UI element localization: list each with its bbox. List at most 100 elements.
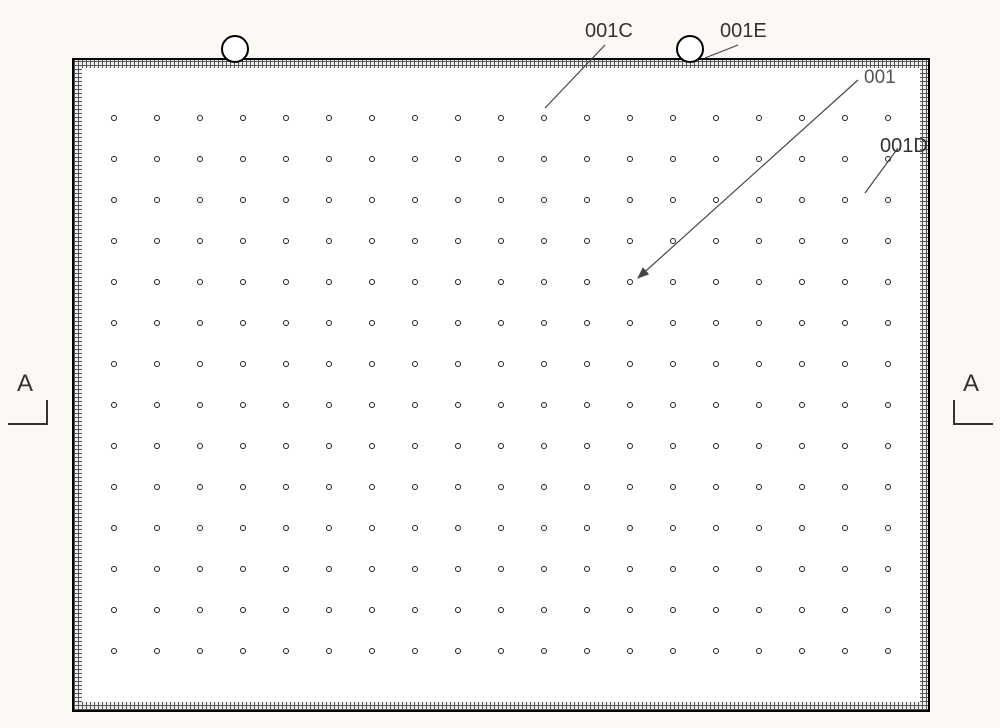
dot xyxy=(670,320,676,326)
dot xyxy=(670,238,676,244)
dot xyxy=(799,484,805,490)
dot xyxy=(283,648,289,654)
dot xyxy=(498,484,504,490)
dot xyxy=(756,443,762,449)
dot xyxy=(756,607,762,613)
dot xyxy=(455,402,461,408)
dot xyxy=(756,402,762,408)
dot xyxy=(627,525,633,531)
dot xyxy=(799,197,805,203)
dot xyxy=(885,402,891,408)
dot xyxy=(455,648,461,654)
dot xyxy=(240,279,246,285)
dot xyxy=(240,607,246,613)
dot xyxy=(197,443,203,449)
dot xyxy=(842,566,848,572)
dot xyxy=(283,238,289,244)
dot xyxy=(584,648,590,654)
dot xyxy=(197,156,203,162)
dot xyxy=(756,648,762,654)
dot xyxy=(627,238,633,244)
dot xyxy=(498,525,504,531)
dot xyxy=(154,566,160,572)
dot xyxy=(670,607,676,613)
dot xyxy=(111,238,117,244)
dot xyxy=(197,320,203,326)
dot xyxy=(111,197,117,203)
dot xyxy=(412,443,418,449)
dot xyxy=(455,361,461,367)
dot xyxy=(197,115,203,121)
dot xyxy=(799,525,805,531)
dot xyxy=(799,238,805,244)
dot xyxy=(670,279,676,285)
dot xyxy=(885,361,891,367)
dot xyxy=(240,320,246,326)
dot xyxy=(197,566,203,572)
dot xyxy=(541,320,547,326)
dot xyxy=(111,402,117,408)
dot xyxy=(670,156,676,162)
dot xyxy=(584,115,590,121)
dot xyxy=(326,279,332,285)
dot xyxy=(713,443,719,449)
dot xyxy=(842,443,848,449)
dot xyxy=(541,115,547,121)
dot xyxy=(498,648,504,654)
dot xyxy=(455,279,461,285)
dot xyxy=(369,484,375,490)
dot xyxy=(885,197,891,203)
dot xyxy=(799,279,805,285)
dot xyxy=(627,361,633,367)
dot xyxy=(412,197,418,203)
dot xyxy=(412,484,418,490)
dot xyxy=(326,525,332,531)
dot xyxy=(111,320,117,326)
ring-right xyxy=(676,35,704,63)
dot xyxy=(369,361,375,367)
dot xyxy=(154,648,160,654)
dot xyxy=(283,279,289,285)
dot xyxy=(541,361,547,367)
dot xyxy=(498,566,504,572)
dot xyxy=(627,443,633,449)
dot xyxy=(670,648,676,654)
dot xyxy=(842,361,848,367)
dot xyxy=(713,484,719,490)
dot xyxy=(326,443,332,449)
dot xyxy=(799,156,805,162)
dot xyxy=(842,115,848,121)
dot xyxy=(713,566,719,572)
label-001: 001 xyxy=(864,67,896,89)
dot xyxy=(154,156,160,162)
dot xyxy=(541,566,547,572)
dot xyxy=(283,566,289,572)
dot xyxy=(498,279,504,285)
dot xyxy=(713,361,719,367)
dot xyxy=(369,320,375,326)
dot xyxy=(799,566,805,572)
dot xyxy=(541,525,547,531)
dot xyxy=(842,320,848,326)
dot xyxy=(369,238,375,244)
dot xyxy=(756,238,762,244)
dot xyxy=(111,115,117,121)
dot xyxy=(713,238,719,244)
dot xyxy=(326,484,332,490)
dot xyxy=(455,320,461,326)
dot xyxy=(756,156,762,162)
dot xyxy=(111,566,117,572)
dot xyxy=(842,197,848,203)
dot xyxy=(756,525,762,531)
dot xyxy=(154,238,160,244)
dot xyxy=(455,607,461,613)
dot xyxy=(197,402,203,408)
dot xyxy=(842,238,848,244)
dot xyxy=(111,279,117,285)
dot xyxy=(799,320,805,326)
dot xyxy=(111,607,117,613)
dot xyxy=(326,361,332,367)
dot xyxy=(111,525,117,531)
dot xyxy=(627,648,633,654)
dot xyxy=(885,566,891,572)
